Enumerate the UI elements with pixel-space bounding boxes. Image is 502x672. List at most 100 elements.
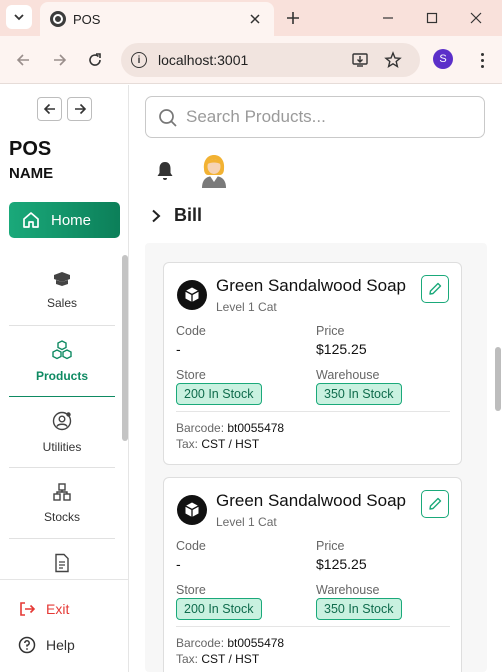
bookmark-star-icon[interactable] (384, 51, 402, 69)
product-category: Level 1 Cat (216, 300, 277, 314)
sidebar: POS NAME Home Sales Products Utilities S… (0, 85, 129, 672)
browser-tab-bar: POS (0, 0, 502, 36)
warehouse-label: Warehouse (316, 583, 380, 597)
plus-icon (287, 12, 299, 24)
bill-header[interactable]: Bill (150, 205, 202, 226)
reload-icon (89, 53, 101, 66)
store-label: Store (176, 368, 206, 382)
forward-button[interactable] (48, 48, 72, 72)
warehouse-stock-badge: 350 In Stock (316, 383, 402, 405)
maximize-icon (426, 12, 438, 24)
home-label: Home (51, 211, 92, 229)
home-button[interactable]: Home (9, 202, 120, 238)
barcode-row: Barcode: bt0055478 (176, 636, 284, 650)
product-name: Green Sandalwood Soap (216, 491, 406, 510)
sidebar-item-label: Utilities (42, 440, 82, 454)
search-icon (159, 109, 177, 127)
browser-toolbar: i localhost:3001 S (0, 36, 502, 84)
code-label: Code (176, 539, 206, 553)
home-icon (23, 212, 39, 228)
box-icon (54, 272, 70, 286)
browser-tab[interactable]: POS (40, 2, 274, 36)
warehouse-label: Warehouse (316, 368, 380, 382)
close-icon (470, 12, 482, 24)
cubes-icon (52, 340, 72, 360)
minimize-button[interactable] (376, 6, 400, 30)
maximize-button[interactable] (420, 6, 444, 30)
sidebar-item-sales[interactable]: Sales (9, 255, 115, 326)
sidebar-item-utilities[interactable]: Utilities (9, 397, 115, 468)
sidebar-item-products[interactable]: Products (9, 326, 115, 397)
chevron-right-icon (152, 209, 161, 222)
sidebar-item-documents[interactable] (9, 539, 115, 579)
exit-label: Exit (46, 601, 70, 617)
favicon-icon (50, 11, 66, 27)
document-icon (55, 553, 69, 573)
brand-title: POS (9, 138, 52, 160)
store-stock-badge: 200 In Stock (176, 383, 262, 405)
search-box[interactable] (145, 96, 485, 138)
arrow-left-icon (43, 103, 55, 115)
sidebar-back-button[interactable] (37, 97, 62, 121)
address-bar[interactable]: i localhost:3001 (121, 43, 420, 77)
product-category: Level 1 Cat (216, 515, 277, 529)
edit-button[interactable] (421, 275, 449, 303)
sidebar-item-stocks[interactable]: Stocks (9, 468, 115, 539)
code-value: - (176, 556, 181, 572)
arrow-right-icon (74, 103, 86, 115)
brand-subtitle: NAME (9, 165, 54, 182)
barcode-label: Barcode: (176, 421, 225, 435)
product-logo-icon (177, 280, 207, 310)
url-text[interactable]: localhost:3001 (158, 52, 248, 68)
price-label: Price (316, 539, 345, 553)
code-label: Code (176, 324, 206, 338)
site-info-icon[interactable]: i (131, 52, 147, 68)
sidebar-scrollbar[interactable] (122, 255, 128, 441)
tax-label: Tax: (176, 652, 199, 666)
exit-icon (20, 602, 36, 616)
arrow-right-icon (54, 54, 67, 66)
new-tab-button[interactable] (282, 7, 304, 29)
tab-search-button[interactable] (6, 5, 32, 29)
bell-icon[interactable] (155, 160, 175, 182)
tax-row: Tax: CST / HST (176, 437, 259, 451)
barcode-value: bt0055478 (227, 636, 285, 650)
sidebar-divider (0, 579, 128, 580)
sidebar-item-label: Sales (46, 296, 78, 310)
barcode-label: Barcode: (176, 636, 225, 650)
browser-menu-icon[interactable] (472, 49, 492, 71)
sidebar-forward-button[interactable] (67, 97, 92, 121)
product-card[interactable]: Green Sandalwood Soap Level 1 Cat Code -… (163, 262, 462, 465)
product-logo-icon (177, 495, 207, 525)
warehouse-stock-badge: 350 In Stock (316, 598, 402, 620)
product-name: Green Sandalwood Soap (216, 276, 406, 295)
edit-button[interactable] (421, 490, 449, 518)
main-scrollbar[interactable] (495, 347, 501, 411)
product-card[interactable]: Green Sandalwood Soap Level 1 Cat Code -… (163, 477, 462, 672)
help-icon (18, 636, 36, 654)
main-content: Bill Green Sandalwood Soap Level 1 Cat C… (130, 85, 502, 672)
store-stock-badge: 200 In Stock (176, 598, 262, 620)
close-window-button[interactable] (464, 6, 488, 30)
sidebar-menu: Sales Products Utilities Stocks (9, 255, 115, 579)
chevron-down-icon (14, 14, 24, 21)
user-avatar[interactable] (198, 152, 230, 188)
profile-avatar[interactable]: S (433, 49, 453, 69)
help-button[interactable]: Help (18, 636, 75, 654)
boxes-icon (53, 483, 71, 501)
help-label: Help (46, 637, 75, 653)
exit-button[interactable]: Exit (18, 600, 69, 618)
search-input[interactable] (186, 105, 476, 129)
card-divider (176, 411, 450, 412)
pencil-icon (429, 282, 442, 295)
reload-button[interactable] (83, 48, 107, 72)
price-value: $125.25 (316, 556, 367, 572)
tax-value: CST / HST (201, 437, 260, 451)
user-gear-icon (52, 411, 72, 431)
minimize-icon (383, 17, 393, 19)
store-label: Store (176, 583, 206, 597)
install-app-icon[interactable] (351, 51, 369, 69)
tax-value: CST / HST (201, 652, 260, 666)
close-tab-icon[interactable] (244, 8, 266, 30)
back-button[interactable] (11, 48, 35, 72)
